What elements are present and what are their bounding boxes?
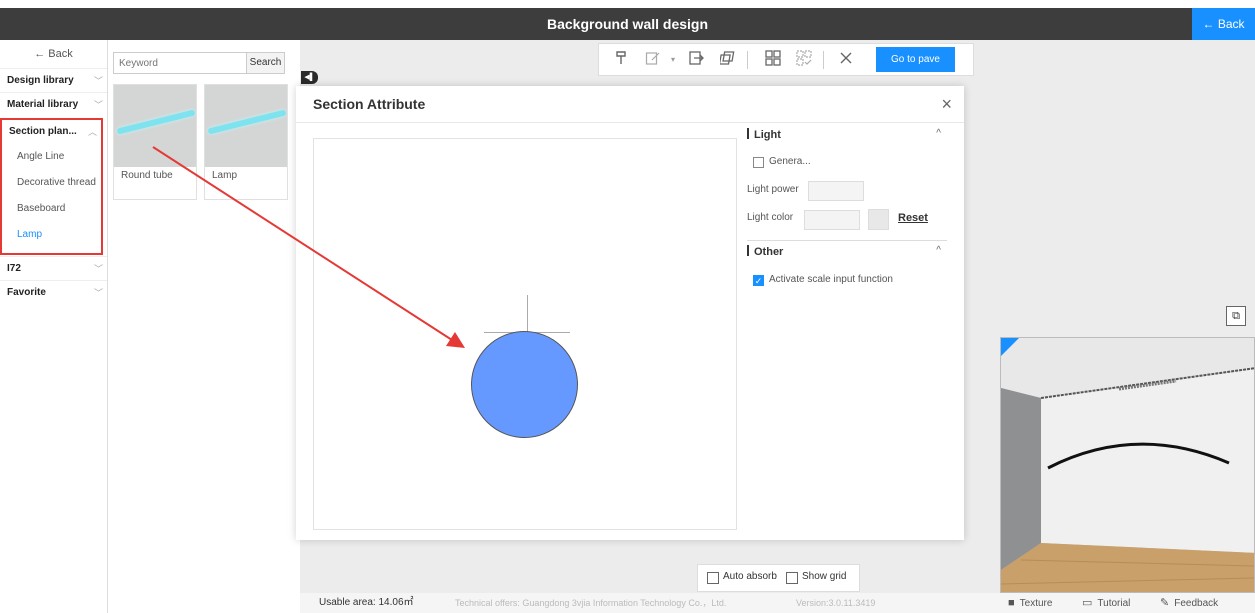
auto-absorb-label: Auto absorb: [723, 571, 777, 582]
close-icon[interactable]: [835, 50, 857, 70]
light-power-label: Light power: [747, 184, 799, 195]
chevron-down-icon: ﹀: [93, 100, 103, 110]
sidebar-item-design-library[interactable]: Design library ﹀: [0, 68, 107, 92]
3d-preview[interactable]: [1000, 337, 1255, 593]
light-power-input[interactable]: [808, 181, 864, 201]
light-color-label: Light color: [747, 212, 794, 223]
chevron-down-icon: ﹀: [93, 264, 103, 274]
library-sidebar: ← Back Design library ﹀ Material library…: [0, 40, 108, 613]
canvas-toolbar: ▾ Go to pave: [598, 43, 974, 76]
texture-label: Texture: [1019, 598, 1053, 609]
toolbar-separator: [823, 51, 824, 69]
other-group-header[interactable]: Other ^: [747, 245, 947, 267]
sidebar-back-button[interactable]: ← Back: [0, 40, 107, 68]
keyword-input[interactable]: [114, 53, 246, 73]
general-label: Genera...: [769, 156, 811, 167]
material-card-round-tube[interactable]: Round tube: [113, 84, 197, 200]
monitor-icon: ▭: [1082, 597, 1093, 609]
card-thumbnail: [205, 85, 287, 167]
copy-icon[interactable]: [717, 50, 739, 70]
card-label: Round tube: [121, 170, 173, 181]
chevron-down-icon: ﹀: [93, 76, 103, 86]
technical-offers: Technical offers: Guangdong 3vjia Inform…: [455, 598, 727, 608]
room-render: [1001, 338, 1254, 592]
toolbar-separator: [747, 51, 748, 69]
card-label: Lamp: [212, 170, 238, 181]
general-checkbox[interactable]: [753, 157, 764, 168]
sidebar-item-section-plan[interactable]: Section plan... ︿: [2, 120, 101, 144]
section-attribute-dialog: Section Attribute × Light ^ Genera... Li…: [296, 86, 964, 540]
show-grid-checkbox[interactable]: [786, 572, 798, 584]
dialog-title: Section Attribute: [313, 96, 426, 112]
usable-area: Usable area: 14.06㎡: [319, 597, 414, 608]
brush-icon[interactable]: [611, 50, 633, 70]
show-grid-label: Show grid: [802, 571, 847, 582]
section-plan-highlight: Section plan... ︿ Angle Line Decorative …: [0, 118, 103, 255]
chevron-up-icon: ︿: [87, 127, 97, 137]
section-bar-icon: [747, 245, 749, 256]
light-color-input[interactable]: [804, 210, 860, 230]
sidebar-item-i72[interactable]: I72 ﹀: [0, 256, 107, 280]
tutorial-label: Tutorial: [1097, 598, 1131, 609]
chevron-down-icon: ﹀: [93, 288, 103, 298]
tube-graphic: [207, 109, 287, 135]
sidebar-item-label: Favorite: [7, 287, 46, 298]
status-bar: Usable area: 14.06㎡ Technical offers: Gu…: [300, 593, 1255, 613]
chevron-up-icon: ^: [936, 245, 941, 256]
sidebar-item-material-library[interactable]: Material library ﹀: [0, 92, 107, 116]
view-toggle-icon[interactable]: ⧉: [1226, 306, 1246, 326]
light-heading: Light: [754, 129, 781, 141]
dialog-close-button[interactable]: ×: [941, 94, 952, 115]
light-color-swatch[interactable]: [868, 209, 889, 230]
tube-graphic: [116, 109, 196, 135]
sidebar-item-label: Material library: [7, 99, 79, 110]
caret-down-icon[interactable]: ▾: [662, 50, 684, 70]
properties-divider: [747, 240, 947, 241]
other-heading: Other: [754, 246, 784, 258]
preview-corner-tag: [1001, 338, 1019, 356]
window-title: Background wall design: [546, 16, 709, 32]
exit-icon[interactable]: [685, 50, 707, 70]
scale-input-checkbox[interactable]: ✓: [753, 275, 764, 286]
scale-input-label: Activate scale input function: [769, 274, 893, 285]
section-bar-icon: [747, 128, 749, 139]
sidebar-subitem-baseboard[interactable]: Baseboard: [2, 196, 101, 222]
section-profile-circle[interactable]: [471, 331, 578, 438]
card-thumbnail: [114, 85, 196, 167]
go-to-pave-button[interactable]: Go to pave: [876, 47, 955, 72]
canvas-options: Auto absorb Show grid: [697, 564, 860, 592]
feedback-label: Feedback: [1174, 598, 1219, 609]
group-icon[interactable]: [762, 50, 784, 70]
tutorial-button[interactable]: ▭ Tutorial: [1082, 593, 1130, 613]
search-button[interactable]: Search: [246, 53, 284, 73]
reset-button[interactable]: Reset: [898, 212, 928, 224]
sidebar-subitem-lamp[interactable]: Lamp: [2, 222, 101, 248]
material-card-lamp[interactable]: Lamp: [204, 84, 288, 200]
sidebar-subitem-decorative-thread[interactable]: Decorative thread: [2, 170, 101, 196]
ungroup-icon[interactable]: [793, 50, 815, 70]
search-box: Search: [113, 52, 285, 74]
chevron-up-icon: ^: [936, 128, 941, 139]
cube-icon: ■: [1008, 597, 1015, 609]
title-bar: Background wall design ← Back: [0, 8, 1255, 40]
sidebar-item-favorite[interactable]: Favorite ﹀: [0, 280, 107, 304]
feedback-button[interactable]: ✎ Feedback: [1160, 593, 1218, 613]
back-button[interactable]: ← Back: [1192, 8, 1255, 40]
version-text: Version:3.0.11.3419: [796, 598, 876, 608]
sidebar-item-label: Design library: [7, 75, 74, 86]
light-group-header[interactable]: Light ^: [747, 128, 947, 150]
properties-panel: Light ^ Genera... Light power Light colo…: [747, 123, 951, 533]
material-panel: Search Round tube Lamp: [108, 40, 300, 613]
sidebar-subitem-angle-line[interactable]: Angle Line: [2, 144, 101, 170]
collapse-panel-toggle[interactable]: ◀▌: [301, 71, 318, 84]
section-drawing-area[interactable]: [313, 138, 737, 530]
edit-icon[interactable]: [642, 50, 664, 70]
auto-absorb-checkbox[interactable]: [707, 572, 719, 584]
top-strip: [0, 0, 1255, 8]
texture-button[interactable]: ■ Texture: [1008, 593, 1052, 613]
sidebar-item-label: I72: [7, 263, 21, 274]
sidebar-item-label: Section plan...: [9, 126, 77, 137]
edit-icon: ✎: [1160, 597, 1170, 609]
